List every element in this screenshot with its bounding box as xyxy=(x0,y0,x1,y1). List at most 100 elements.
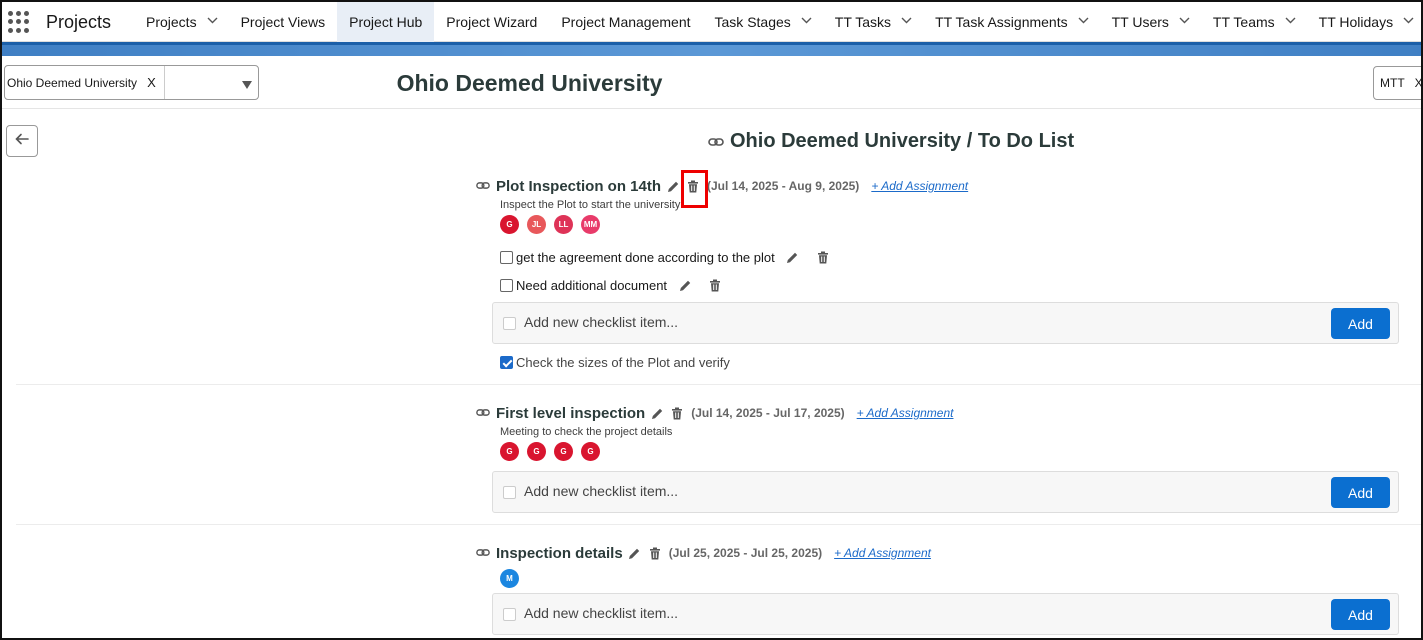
nav-item-label: Project Wizard xyxy=(446,14,538,30)
task-title[interactable]: Inspection details xyxy=(496,545,623,562)
task-header: Plot Inspection on 14th (Jul 14, 2025 - … xyxy=(476,175,968,197)
new-item-checkbox xyxy=(503,317,516,330)
nav-item-label: TT Holidays xyxy=(1318,14,1394,30)
avatar[interactable]: G xyxy=(500,215,519,234)
new-item-checkbox xyxy=(503,608,516,621)
highlight-box xyxy=(681,170,708,208)
new-item-checkbox xyxy=(503,486,516,499)
task-dates: (Jul 25, 2025 - Jul 25, 2025) xyxy=(668,546,823,560)
nav-item-tt-users[interactable]: TT Users xyxy=(1100,2,1201,42)
pencil-icon[interactable] xyxy=(677,276,693,294)
trash-icon[interactable] xyxy=(647,544,663,562)
chevron-down-icon[interactable] xyxy=(801,17,812,27)
task-dates: (Jul 14, 2025 - Jul 17, 2025) xyxy=(691,406,845,420)
top-nav: Projects Projects Project Views Project Hu… xyxy=(2,2,1421,42)
task-card: Plot Inspection on 14th (Jul 14, 2025 - … xyxy=(476,175,968,234)
nav-item-tt-tasks[interactable]: TT Tasks xyxy=(823,2,923,42)
remove-user-filter-icon[interactable]: X xyxy=(1415,76,1421,90)
nav-item-project-views[interactable]: Project Views xyxy=(229,2,338,42)
add-checklist-row: Add new checklist item... Add xyxy=(492,302,1399,344)
nav-item-tt-teams[interactable]: TT Teams xyxy=(1201,2,1307,42)
new-checklist-input[interactable]: Add new checklist item... xyxy=(524,605,678,621)
task-divider xyxy=(16,384,1421,385)
link-icon[interactable] xyxy=(476,177,490,195)
nav-item-project-hub[interactable]: Project Hub xyxy=(337,2,435,42)
back-button[interactable] xyxy=(6,125,38,157)
trash-icon[interactable] xyxy=(815,248,831,266)
nav-item-label: Project Views xyxy=(240,14,326,30)
task-title[interactable]: First level inspection xyxy=(496,405,645,422)
link-icon[interactable] xyxy=(476,404,490,422)
nav-item-tt-holidays[interactable]: TT Holidays xyxy=(1307,2,1421,42)
nav-item-project-wizard[interactable]: Project Wizard xyxy=(434,2,549,42)
add-assignment-link[interactable]: + Add Assignment xyxy=(857,406,954,420)
checklist-text: get the agreement done according to the … xyxy=(516,249,775,265)
page-title: Ohio Deemed University xyxy=(396,70,663,96)
chevron-down-icon[interactable] xyxy=(901,17,912,27)
chevron-down-icon[interactable] xyxy=(1403,17,1414,27)
nav-item-label: TT Users xyxy=(1111,14,1169,30)
app-launcher-icon[interactable] xyxy=(8,11,30,33)
user-filter-value: MTT xyxy=(1380,76,1405,90)
checklist-item: Need additional document xyxy=(500,276,723,294)
trash-icon[interactable] xyxy=(707,276,723,294)
checklist-text: Check the sizes of the Plot and verify xyxy=(516,355,730,370)
add-checklist-row: Add new checklist item... Add xyxy=(492,593,1399,635)
nav-item-label: Project Hub xyxy=(349,14,423,30)
task-title[interactable]: Plot Inspection on 14th xyxy=(496,178,661,195)
nav-item-label: TT Teams xyxy=(1212,14,1275,30)
avatar[interactable]: G xyxy=(554,442,573,461)
nav-item-project-management[interactable]: Project Management xyxy=(549,2,702,42)
avatar[interactable]: G xyxy=(527,442,546,461)
new-checklist-input[interactable]: Add new checklist item... xyxy=(524,483,678,499)
avatar[interactable]: MM xyxy=(581,215,600,234)
avatar[interactable]: G xyxy=(500,442,519,461)
new-checklist-input[interactable]: Add new checklist item... xyxy=(524,314,678,330)
add-assignment-link[interactable]: + Add Assignment xyxy=(834,546,931,560)
pencil-icon[interactable] xyxy=(649,404,665,422)
chevron-down-icon[interactable] xyxy=(207,17,218,27)
task-header: First level inspection (Jul 14, 2025 - J… xyxy=(476,402,953,424)
avatar[interactable]: G xyxy=(581,442,600,461)
nav-items: Projects Project Views Project Hub Project … xyxy=(134,2,1421,42)
pencil-icon[interactable] xyxy=(627,544,643,562)
app-frame: Projects Projects Project Views Project Hu… xyxy=(0,0,1423,640)
nav-item-label: Task Stages xyxy=(714,14,791,30)
task-divider xyxy=(16,524,1421,525)
checklist-text: Need additional document xyxy=(516,277,668,293)
add-checklist-button[interactable]: Add xyxy=(1331,308,1390,339)
task-dates: (Jul 14, 2025 - Aug 9, 2025) xyxy=(707,179,860,193)
nav-item-tt-task-assignments[interactable]: TT Task Assignments xyxy=(923,2,1100,42)
list-breadcrumb: Ohio Deemed University / To Do List xyxy=(708,130,1074,153)
task-card: First level inspection (Jul 14, 2025 - J… xyxy=(476,402,953,461)
avatar[interactable]: JL xyxy=(527,215,546,234)
chevron-down-icon[interactable] xyxy=(1285,17,1296,27)
chevron-down-icon[interactable] xyxy=(1179,17,1190,27)
nav-item-projects[interactable]: Projects xyxy=(134,2,229,42)
add-checklist-button[interactable]: Add xyxy=(1331,599,1390,630)
avatar[interactable]: M xyxy=(500,569,519,588)
user-filter-pill[interactable]: MTT X xyxy=(1373,66,1421,100)
nav-item-label: TT Task Assignments xyxy=(935,14,1068,30)
link-icon[interactable] xyxy=(476,544,490,562)
pencil-icon[interactable] xyxy=(785,248,801,266)
checklist-checkbox[interactable] xyxy=(500,278,513,292)
assignee-avatars: GGGG xyxy=(500,442,953,461)
nav-item-label: Project Management xyxy=(561,14,691,30)
nav-item-label: TT Tasks xyxy=(834,14,892,30)
pencil-icon[interactable] xyxy=(665,177,681,195)
assignee-avatars: G JL LL MM xyxy=(500,215,968,234)
add-checklist-button[interactable]: Add xyxy=(1331,477,1390,508)
checklist-item: get the agreement done according to the … xyxy=(500,248,831,266)
nav-item-task-stages[interactable]: Task Stages xyxy=(703,2,823,42)
trash-icon[interactable] xyxy=(669,404,685,422)
assignee-avatars: M xyxy=(500,569,931,588)
chevron-down-icon[interactable] xyxy=(1078,17,1089,27)
arrow-left-icon xyxy=(15,132,29,150)
add-checklist-row: Add new checklist item... Add xyxy=(492,471,1399,513)
avatar[interactable]: LL xyxy=(554,215,573,234)
add-assignment-link[interactable]: + Add Assignment xyxy=(871,179,968,193)
checklist-checkbox[interactable] xyxy=(500,250,513,264)
app-name: Projects xyxy=(46,12,112,32)
checklist-checkbox-checked[interactable] xyxy=(500,356,513,369)
